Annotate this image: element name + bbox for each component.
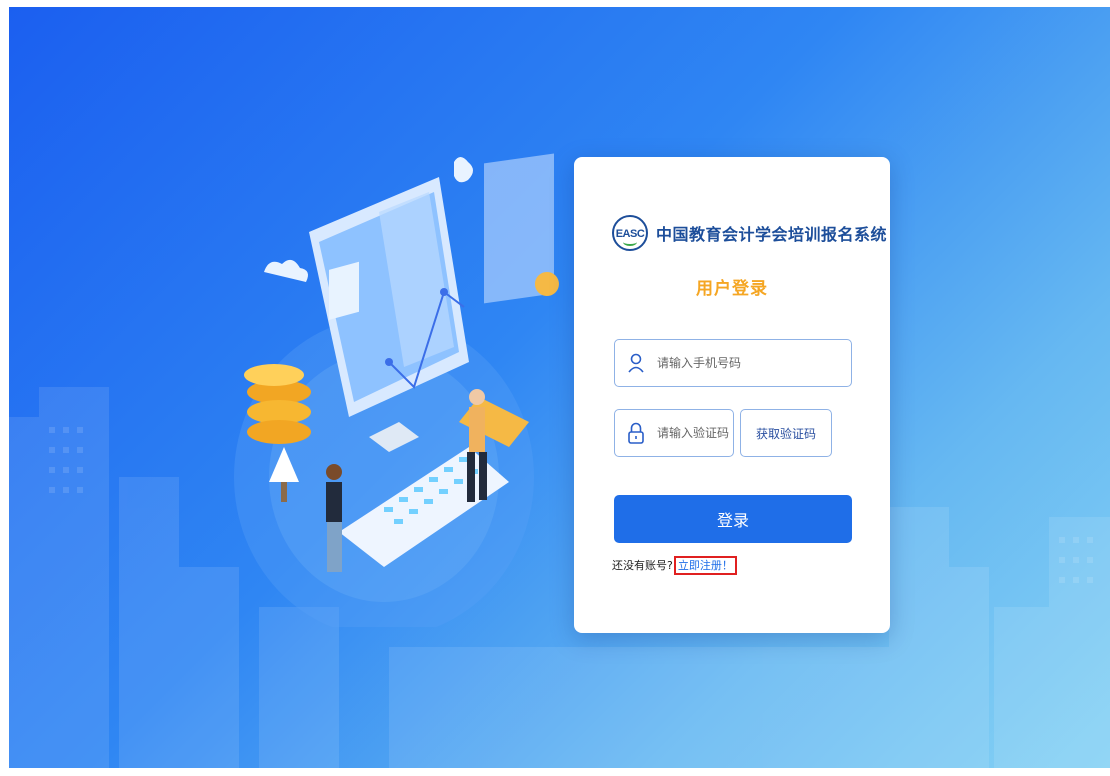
no-account-text: 还没有账号?	[612, 559, 673, 572]
code-input[interactable]	[655, 425, 733, 441]
phone-input[interactable]	[655, 355, 851, 371]
user-icon	[628, 353, 644, 373]
leaf-icon	[623, 238, 637, 246]
get-code-button[interactable]: 获取验证码	[740, 409, 832, 457]
phone-field[interactable]	[614, 339, 852, 387]
login-title: 用户登录	[696, 279, 768, 299]
lock-icon	[628, 422, 644, 444]
computer-illustration	[234, 153, 559, 627]
login-button[interactable]: 登录	[614, 495, 852, 543]
easc-logo-icon: EASC	[612, 215, 648, 251]
brand-header: EASC 中国教育会计学会培训报名系统	[612, 215, 887, 251]
register-link[interactable]: 立即注册！	[673, 556, 737, 575]
system-title: 中国教育会计学会培训报名系统	[656, 225, 888, 244]
code-field[interactable]	[614, 409, 734, 457]
register-row: 还没有账号? 立即注册！	[612, 556, 737, 575]
login-card: EASC 中国教育会计学会培训报名系统 用户登录 获取验证码 登录 还没有	[574, 157, 890, 633]
login-page-background: EASC 中国教育会计学会培训报名系统 用户登录 获取验证码 登录 还没有	[9, 7, 1110, 768]
